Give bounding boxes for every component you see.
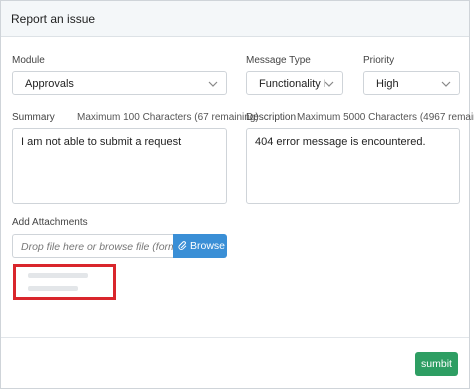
message-type-label: Message Type bbox=[246, 55, 311, 66]
attachment-placeholder-line bbox=[28, 273, 88, 278]
summary-label: Summary bbox=[12, 112, 55, 123]
chevron-down-icon bbox=[441, 81, 451, 87]
footer-divider bbox=[1, 337, 469, 338]
priority-value: High bbox=[376, 78, 399, 90]
module-value: Approvals bbox=[25, 78, 74, 90]
report-issue-dialog: Report an issue Module Approvals Message… bbox=[0, 0, 474, 389]
summary-char-counter: Maximum 100 Characters (67 remaining) bbox=[77, 112, 259, 123]
file-drop-placeholder: Drop file here or browse file (format: bbox=[21, 241, 174, 253]
priority-label: Priority bbox=[363, 55, 395, 66]
description-textarea[interactable]: 404 error message is encountered. bbox=[246, 128, 460, 204]
priority-select[interactable]: High bbox=[363, 71, 460, 95]
summary-text: I am not able to submit a request bbox=[21, 136, 182, 148]
browse-button[interactable]: Browse bbox=[173, 234, 227, 258]
paperclip-icon bbox=[178, 241, 187, 250]
message-type-select[interactable]: Functionality Iss bbox=[246, 71, 343, 95]
browse-label: Browse bbox=[190, 240, 226, 252]
description-label: Description bbox=[246, 112, 297, 123]
file-drop-input[interactable]: Drop file here or browse file (format: bbox=[12, 234, 174, 258]
module-select[interactable]: Approvals bbox=[12, 71, 227, 95]
chevron-down-icon bbox=[208, 81, 218, 87]
module-label: Module bbox=[12, 55, 45, 66]
summary-textarea[interactable]: I am not able to submit a request bbox=[12, 128, 227, 204]
message-type-value: Functionality Iss bbox=[259, 78, 325, 90]
dialog-header: Report an issue bbox=[1, 1, 469, 37]
attachment-placeholder-line bbox=[28, 286, 78, 291]
chevron-down-icon bbox=[324, 81, 334, 87]
dialog-title: Report an issue bbox=[11, 12, 96, 26]
description-text: 404 error message is encountered. bbox=[255, 136, 426, 148]
submit-button[interactable]: sumbit bbox=[415, 352, 458, 376]
attachments-label: Add Attachments bbox=[12, 217, 88, 228]
description-char-counter: Maximum 5000 Characters (4967 remaining) bbox=[297, 112, 474, 123]
attachment-highlight-box bbox=[13, 264, 116, 300]
